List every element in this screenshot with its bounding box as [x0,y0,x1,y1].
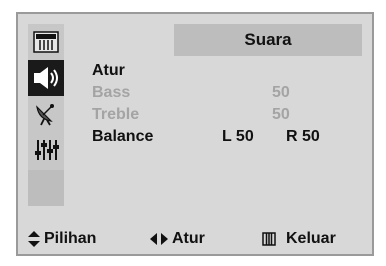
menu-row-balance[interactable]: Balance L 50 R 50 [92,128,352,148]
menu-row-bass: Bass 50 [92,84,352,104]
balance-label: Balance [92,128,154,145]
left-right-arrow-icon [150,233,168,245]
submenu-title: Atur [92,62,125,79]
footer-move-label: Pilihan [44,230,97,247]
picture-icon[interactable] [28,24,64,60]
sound-menu-osd: Suara Atur Bass 50 Treble 50 Balance L 5… [16,12,374,256]
up-down-arrow-icon [28,231,40,247]
sidebar-empty-slot [28,170,64,206]
menu-header: Suara [174,24,362,56]
balance-right-value: R 50 [286,128,320,145]
speaker-icon[interactable] [28,60,64,96]
menu-button-icon [262,232,276,246]
footer-adjust-label: Atur [172,230,205,247]
menu-row-treble: Treble 50 [92,106,352,126]
menu-footer: Pilihan Atur Keluar [18,224,372,254]
bass-value: 50 [272,84,290,101]
satellite-dish-icon[interactable] [28,96,64,132]
page-title: Suara [244,30,292,49]
bass-label: Bass [92,84,131,101]
menu-sidebar [28,24,64,206]
balance-left-value: L 50 [222,128,254,145]
footer-exit: Keluar [262,230,336,248]
treble-value: 50 [272,106,290,123]
footer-exit-label: Keluar [286,230,336,247]
equalizer-icon[interactable] [28,132,64,168]
treble-label: Treble [92,106,140,123]
footer-move: Pilihan [28,230,96,248]
footer-adjust: Atur [150,230,205,248]
